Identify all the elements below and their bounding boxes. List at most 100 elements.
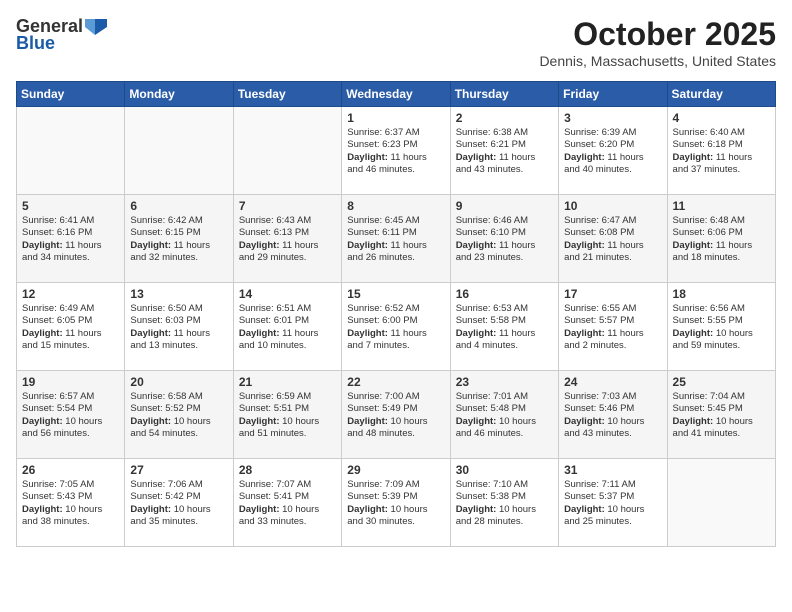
calendar-day-3: 3Sunrise: 6:39 AMSunset: 6:20 PMDaylight…: [559, 107, 667, 195]
page-header: General Blue October 2025 Dennis, Massac…: [16, 16, 776, 69]
daylight-label: Daylight:: [239, 240, 282, 251]
calendar-week-2: 5Sunrise: 6:41 AMSunset: 6:16 PMDaylight…: [17, 195, 776, 283]
calendar-day-7: 7Sunrise: 6:43 AMSunset: 6:13 PMDaylight…: [233, 195, 341, 283]
calendar-day-24: 24Sunrise: 7:03 AMSunset: 5:46 PMDayligh…: [559, 371, 667, 459]
calendar-day-26: 26Sunrise: 7:05 AMSunset: 5:43 PMDayligh…: [17, 459, 125, 547]
calendar-day-30: 30Sunrise: 7:10 AMSunset: 5:38 PMDayligh…: [450, 459, 558, 547]
day-number: 24: [564, 375, 661, 389]
day-number: 23: [456, 375, 553, 389]
day-number: 29: [347, 463, 444, 477]
daylight-label: Daylight:: [456, 328, 499, 339]
calendar-day-15: 15Sunrise: 6:52 AMSunset: 6:00 PMDayligh…: [342, 283, 450, 371]
calendar-day-16: 16Sunrise: 6:53 AMSunset: 5:58 PMDayligh…: [450, 283, 558, 371]
daylight-label: Daylight:: [456, 152, 499, 163]
calendar-day-27: 27Sunrise: 7:06 AMSunset: 5:42 PMDayligh…: [125, 459, 233, 547]
calendar-day-22: 22Sunrise: 7:00 AMSunset: 5:49 PMDayligh…: [342, 371, 450, 459]
daylight-label: Daylight:: [347, 416, 390, 427]
day-number: 8: [347, 199, 444, 213]
calendar-day-10: 10Sunrise: 6:47 AMSunset: 6:08 PMDayligh…: [559, 195, 667, 283]
day-number: 28: [239, 463, 336, 477]
day-number: 13: [130, 287, 227, 301]
daylight-label: Daylight:: [239, 328, 282, 339]
daylight-label: Daylight:: [130, 504, 173, 515]
calendar-day-1: 1Sunrise: 6:37 AMSunset: 6:23 PMDaylight…: [342, 107, 450, 195]
calendar-header-wednesday: Wednesday: [342, 82, 450, 107]
day-number: 14: [239, 287, 336, 301]
day-number: 17: [564, 287, 661, 301]
day-number: 7: [239, 199, 336, 213]
daylight-label: Daylight:: [22, 504, 65, 515]
daylight-label: Daylight:: [564, 328, 607, 339]
daylight-label: Daylight:: [564, 504, 607, 515]
day-number: 10: [564, 199, 661, 213]
daylight-label: Daylight:: [673, 152, 716, 163]
daylight-label: Daylight:: [22, 240, 65, 251]
calendar-header-thursday: Thursday: [450, 82, 558, 107]
calendar-day-2: 2Sunrise: 6:38 AMSunset: 6:21 PMDaylight…: [450, 107, 558, 195]
calendar-week-1: 1Sunrise: 6:37 AMSunset: 6:23 PMDaylight…: [17, 107, 776, 195]
day-number: 4: [673, 111, 770, 125]
daylight-label: Daylight:: [22, 416, 65, 427]
calendar-day-8: 8Sunrise: 6:45 AMSunset: 6:11 PMDaylight…: [342, 195, 450, 283]
calendar-day-11: 11Sunrise: 6:48 AMSunset: 6:06 PMDayligh…: [667, 195, 775, 283]
day-number: 31: [564, 463, 661, 477]
calendar-empty: [125, 107, 233, 195]
daylight-label: Daylight:: [239, 504, 282, 515]
title-block: October 2025 Dennis, Massachusetts, Unit…: [539, 16, 776, 69]
day-number: 20: [130, 375, 227, 389]
daylight-label: Daylight:: [456, 504, 499, 515]
calendar-day-25: 25Sunrise: 7:04 AMSunset: 5:45 PMDayligh…: [667, 371, 775, 459]
calendar-header-row: SundayMondayTuesdayWednesdayThursdayFrid…: [17, 82, 776, 107]
daylight-label: Daylight:: [564, 152, 607, 163]
day-number: 12: [22, 287, 119, 301]
calendar-empty: [667, 459, 775, 547]
daylight-label: Daylight:: [239, 416, 282, 427]
day-number: 5: [22, 199, 119, 213]
daylight-label: Daylight:: [347, 152, 390, 163]
daylight-label: Daylight:: [347, 240, 390, 251]
daylight-label: Daylight:: [347, 504, 390, 515]
day-number: 1: [347, 111, 444, 125]
calendar-day-29: 29Sunrise: 7:09 AMSunset: 5:39 PMDayligh…: [342, 459, 450, 547]
calendar-empty: [17, 107, 125, 195]
logo-icon: [85, 19, 107, 35]
calendar-day-21: 21Sunrise: 6:59 AMSunset: 5:51 PMDayligh…: [233, 371, 341, 459]
day-number: 30: [456, 463, 553, 477]
calendar-day-12: 12Sunrise: 6:49 AMSunset: 6:05 PMDayligh…: [17, 283, 125, 371]
calendar-day-5: 5Sunrise: 6:41 AMSunset: 6:16 PMDaylight…: [17, 195, 125, 283]
day-number: 9: [456, 199, 553, 213]
calendar-header-sunday: Sunday: [17, 82, 125, 107]
day-number: 15: [347, 287, 444, 301]
day-number: 26: [22, 463, 119, 477]
logo: General Blue: [16, 16, 109, 54]
calendar-header-friday: Friday: [559, 82, 667, 107]
calendar-empty: [233, 107, 341, 195]
daylight-label: Daylight:: [673, 328, 716, 339]
calendar-day-31: 31Sunrise: 7:11 AMSunset: 5:37 PMDayligh…: [559, 459, 667, 547]
daylight-label: Daylight:: [673, 240, 716, 251]
month-title: October 2025: [539, 16, 776, 53]
daylight-label: Daylight:: [564, 240, 607, 251]
calendar-day-6: 6Sunrise: 6:42 AMSunset: 6:15 PMDaylight…: [125, 195, 233, 283]
day-number: 19: [22, 375, 119, 389]
daylight-label: Daylight:: [456, 240, 499, 251]
calendar-day-23: 23Sunrise: 7:01 AMSunset: 5:48 PMDayligh…: [450, 371, 558, 459]
calendar-day-28: 28Sunrise: 7:07 AMSunset: 5:41 PMDayligh…: [233, 459, 341, 547]
daylight-label: Daylight:: [347, 328, 390, 339]
day-number: 25: [673, 375, 770, 389]
calendar-day-14: 14Sunrise: 6:51 AMSunset: 6:01 PMDayligh…: [233, 283, 341, 371]
day-number: 2: [456, 111, 553, 125]
calendar-week-4: 19Sunrise: 6:57 AMSunset: 5:54 PMDayligh…: [17, 371, 776, 459]
calendar-day-19: 19Sunrise: 6:57 AMSunset: 5:54 PMDayligh…: [17, 371, 125, 459]
day-number: 27: [130, 463, 227, 477]
calendar-day-9: 9Sunrise: 6:46 AMSunset: 6:10 PMDaylight…: [450, 195, 558, 283]
calendar-table: SundayMondayTuesdayWednesdayThursdayFrid…: [16, 81, 776, 547]
daylight-label: Daylight:: [673, 416, 716, 427]
daylight-label: Daylight:: [564, 416, 607, 427]
daylight-label: Daylight:: [130, 240, 173, 251]
calendar-header-monday: Monday: [125, 82, 233, 107]
day-number: 6: [130, 199, 227, 213]
day-number: 3: [564, 111, 661, 125]
calendar-day-18: 18Sunrise: 6:56 AMSunset: 5:55 PMDayligh…: [667, 283, 775, 371]
day-number: 22: [347, 375, 444, 389]
